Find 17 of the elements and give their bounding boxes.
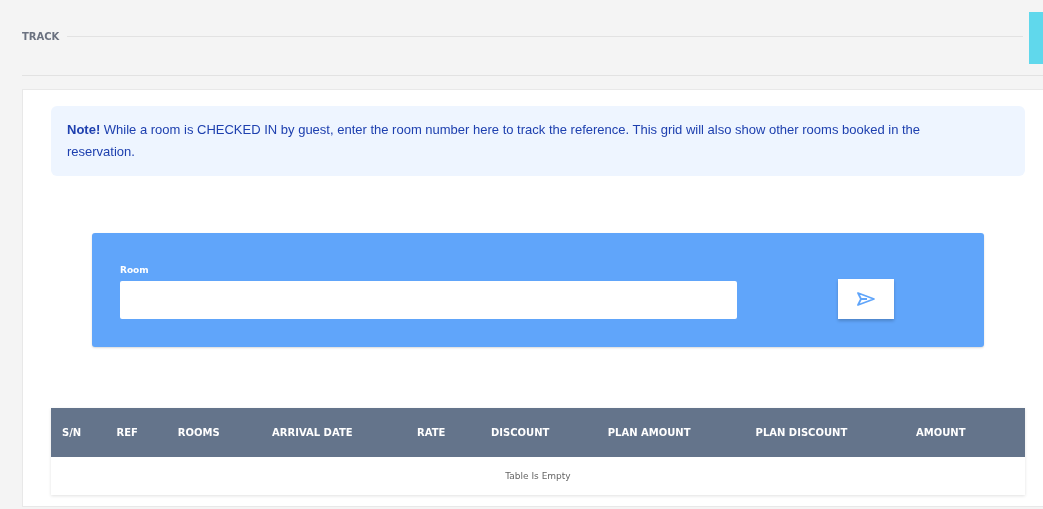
send-icon [856, 291, 876, 307]
empty-message: Table Is Empty [505, 471, 571, 481]
side-tab[interactable] [1029, 12, 1043, 64]
column-header: PLAN AMOUNT [607, 427, 692, 438]
section-title: TRACK [22, 30, 60, 42]
note-message: Note! While a room is CHECKED IN by guest, enter the room number here to track the reference. This grid will also show other rooms booked in the reservation. [51, 106, 1025, 176]
column-header: RATE [417, 427, 447, 438]
column-header: ARRIVAL DATE [272, 427, 354, 438]
column-header: AMOUNT [916, 427, 967, 438]
room-input-field[interactable] [120, 281, 737, 319]
send-button[interactable] [838, 279, 894, 319]
field-label: Room [120, 265, 150, 275]
column-header: DISCOUNT [490, 427, 551, 438]
column-header: ROOMS [177, 427, 221, 438]
column-header: REF [116, 427, 139, 438]
column-header: PLAN DISCOUNT [755, 427, 849, 438]
column-header: S/N [62, 427, 83, 438]
